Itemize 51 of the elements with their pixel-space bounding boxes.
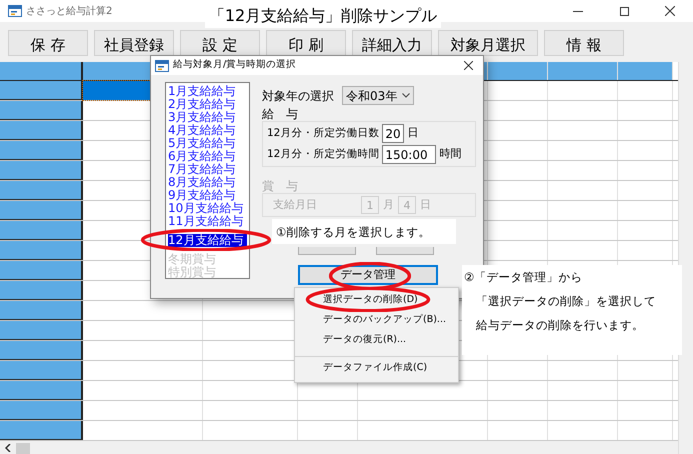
year-label: 対象年の選択: [262, 88, 334, 104]
close-icon[interactable]: [464, 61, 473, 70]
toolbar-button[interactable]: 対象月選択: [438, 30, 538, 56]
unit-label: 時間: [439, 146, 462, 162]
menu-item[interactable]: データファイル作成(C): [295, 356, 458, 380]
month-item[interactable]: 12月支給給与: [168, 234, 247, 247]
chevron-down-icon: [402, 93, 410, 98]
scroll-thumb[interactable]: [16, 442, 30, 454]
month-item[interactable]: 3月支給給与: [168, 111, 247, 124]
callout-text: ①削除する月を選択します。: [275, 224, 432, 240]
horizontal-scrollbar[interactable]: [0, 441, 678, 454]
toolbar-button[interactable]: 印 刷: [266, 30, 346, 56]
month-item[interactable]: 9月支給給与: [168, 189, 247, 202]
toolbar-button[interactable]: 設 定: [180, 30, 260, 56]
unit-label: 月: [383, 196, 394, 213]
month-item[interactable]: 4月支給給与: [168, 124, 247, 137]
app-icon: [155, 60, 169, 72]
field-label: 12月分・所定労働日数: [267, 126, 380, 141]
unit-label: 日: [407, 125, 418, 142]
dialog-button[interactable]: [298, 247, 356, 255]
app-icon: [8, 5, 22, 17]
month-item[interactable]: 10月支給給与: [168, 202, 247, 215]
menu-item[interactable]: 選択データの削除(D): [295, 290, 458, 310]
window-title: ささっと給与計算2: [26, 4, 112, 18]
month-item[interactable]: 2月支給給与: [168, 98, 247, 111]
month-item[interactable]: 7月支給給与: [168, 163, 247, 176]
field-label: 支給月日: [273, 196, 317, 213]
year-dropdown[interactable]: 令和03年: [342, 86, 414, 105]
salary-heading: 給 与: [262, 107, 299, 121]
input-field[interactable]: 20: [382, 124, 404, 143]
menu-item[interactable]: データのバックアップ(B)...: [295, 310, 458, 330]
bonus-heading: 賞 与: [262, 179, 299, 193]
dialog-button[interactable]: [376, 247, 434, 255]
callout-text: ②「データ管理」から: [463, 269, 584, 285]
month-item[interactable]: 8月支給給与: [168, 176, 247, 189]
menu-item[interactable]: データの復元(R)...: [295, 330, 458, 350]
month-item[interactable]: 1月支給給与: [168, 85, 247, 98]
callout-text: 「選択データの削除」を選択して: [475, 293, 657, 309]
input-field[interactable]: 150:00: [382, 145, 436, 164]
toolbar-button[interactable]: 社員登録: [94, 30, 174, 56]
dialog-title: 給与対象月/賞与時期の選択: [173, 58, 296, 72]
toolbar-button[interactable]: 詳細入力: [352, 30, 432, 56]
callout-text: 給与データの削除を行います。: [475, 317, 645, 333]
field-label: 12月分・所定労働時間: [267, 146, 380, 162]
month-item[interactable]: 11月支給給与: [168, 215, 247, 228]
month-item[interactable]: 5月支給給与: [168, 137, 247, 150]
toolbar-button[interactable]: 保 存: [8, 30, 88, 56]
month-item[interactable]: 6月支給給与: [168, 150, 247, 163]
unit-label: 日: [420, 196, 431, 213]
toolbar-button[interactable]: 情 報: [544, 30, 624, 56]
caption-title: 「12月支給給与」削除サンプル: [208, 4, 438, 26]
